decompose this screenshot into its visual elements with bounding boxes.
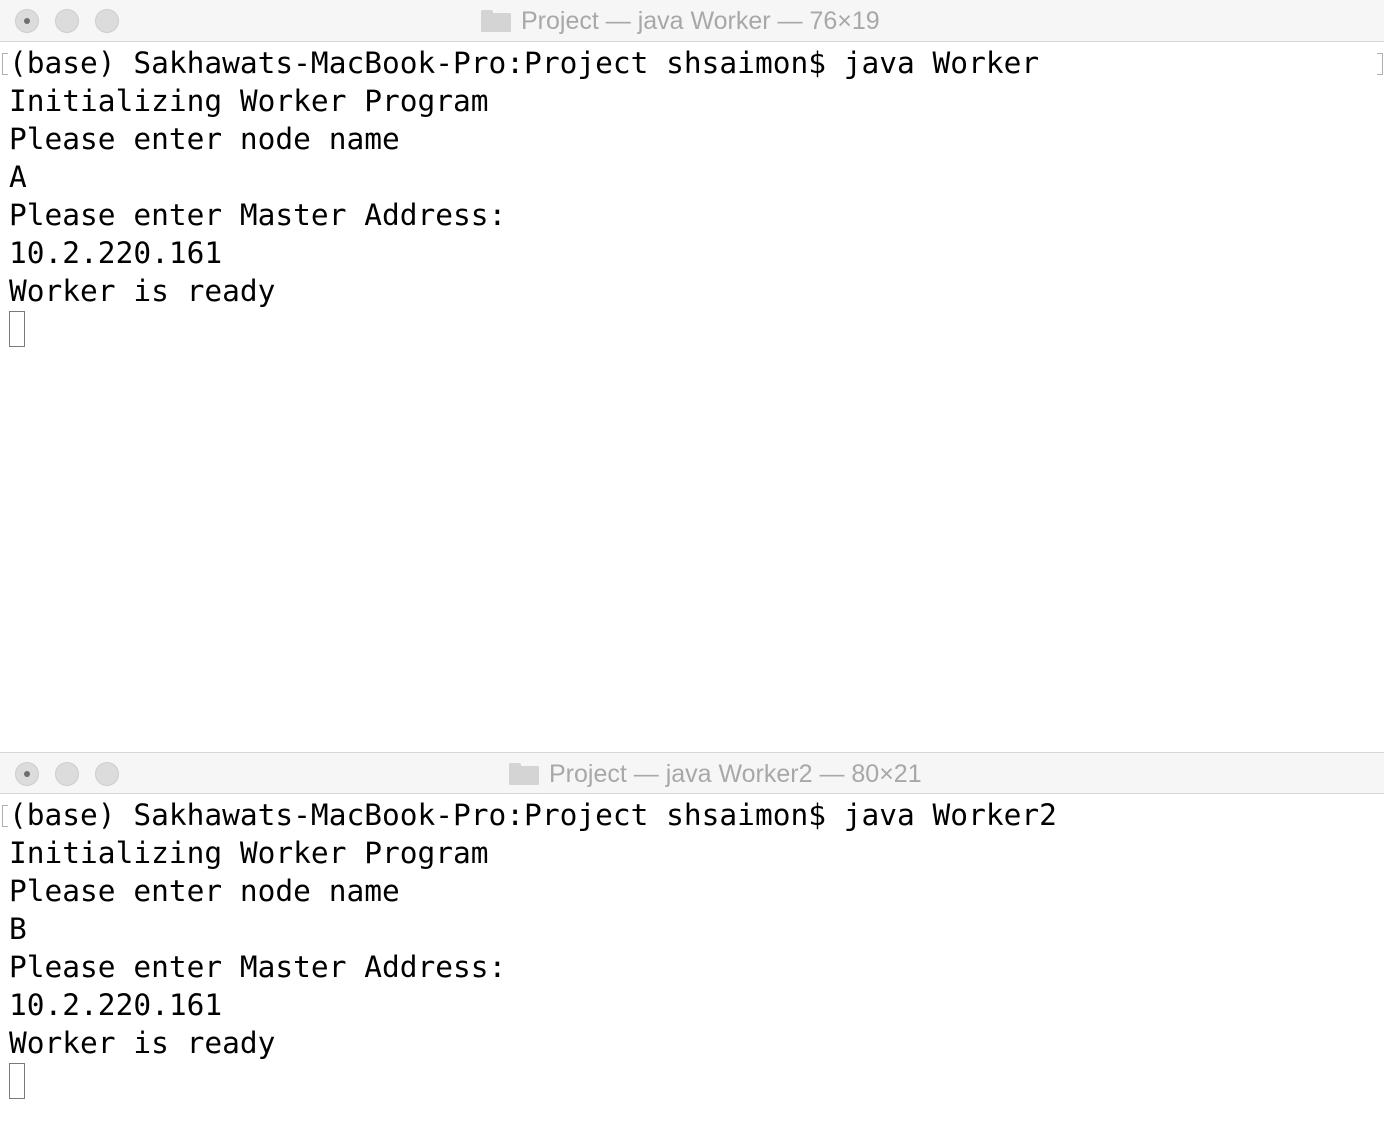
- folder-icon: [481, 10, 511, 32]
- folder-icon: [509, 763, 539, 785]
- title-bar[interactable]: Project — java Worker2 — 80×21: [0, 752, 1384, 794]
- input-line: 10.2.220.161: [9, 988, 223, 1022]
- window-title-text: Project — java Worker2 — 80×21: [549, 760, 922, 788]
- output-line: Initializing Worker Program: [9, 84, 489, 118]
- terminal-output[interactable]: (base) Sakhawats-MacBook-Pro:Project shs…: [9, 796, 1384, 1099]
- input-line: 10.2.220.161: [9, 236, 223, 270]
- output-line: Please enter node name: [9, 874, 400, 908]
- terminal-output[interactable]: (base) Sakhawats-MacBook-Pro:Project shs…: [9, 44, 1384, 347]
- text-cursor: [9, 1063, 25, 1099]
- command-line: (base) Sakhawats-MacBook-Pro:Project shs…: [9, 798, 1057, 832]
- title-bar[interactable]: Project — java Worker — 76×19: [0, 0, 1384, 42]
- terminal-window-worker[interactable]: Project — java Worker — 76×19 (base) Sak…: [0, 0, 1384, 748]
- output-line: Please enter node name: [9, 122, 400, 156]
- window-title: Project — java Worker — 76×19: [481, 0, 880, 42]
- minimize-button[interactable]: [55, 762, 79, 786]
- output-line: Worker is ready: [9, 1026, 276, 1060]
- edited-dot-icon: [24, 771, 30, 777]
- output-line: Worker is ready: [9, 274, 276, 308]
- window-title-text: Project — java Worker — 76×19: [521, 7, 880, 35]
- zoom-button[interactable]: [95, 9, 119, 33]
- line-mark-icon: [2, 53, 8, 75]
- output-line: Please enter Master Address:: [9, 950, 507, 984]
- terminal-window-worker2[interactable]: Project — java Worker2 — 80×21 (base) Sa…: [0, 752, 1384, 1124]
- output-line: Please enter Master Address:: [9, 198, 507, 232]
- input-line: A: [9, 160, 27, 194]
- line-mark-icon: [2, 805, 8, 827]
- command-line: (base) Sakhawats-MacBook-Pro:Project shs…: [9, 46, 1040, 80]
- edited-dot-icon: [24, 18, 30, 24]
- text-cursor: [9, 311, 25, 347]
- minimize-button[interactable]: [55, 9, 79, 33]
- input-line: B: [9, 912, 27, 946]
- output-line: Initializing Worker Program: [9, 836, 489, 870]
- zoom-button[interactable]: [95, 762, 119, 786]
- close-button[interactable]: [15, 762, 39, 786]
- window-title: Project — java Worker2 — 80×21: [509, 753, 922, 795]
- close-button[interactable]: [15, 9, 39, 33]
